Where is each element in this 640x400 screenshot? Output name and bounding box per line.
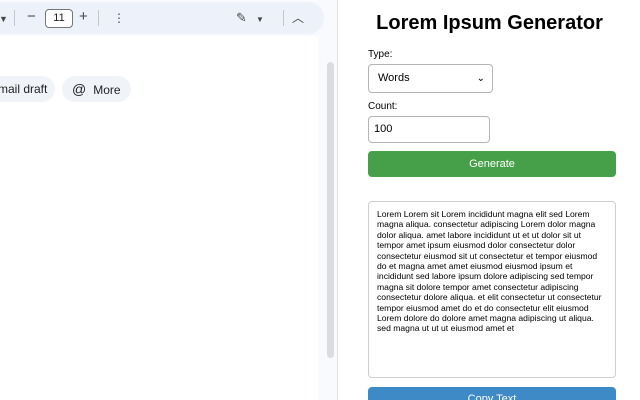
at-sign-icon: @: [72, 81, 87, 97]
scrollbar-thumb[interactable]: [327, 62, 334, 358]
count-input[interactable]: 100: [368, 116, 490, 143]
pencil-edit-icon[interactable]: ✎: [236, 11, 247, 25]
count-label: Count:: [368, 101, 398, 112]
chevron-down-icon: ⌄: [476, 73, 485, 84]
toolbar-divider: [98, 10, 99, 26]
type-selected-value: Words: [378, 72, 410, 84]
type-select[interactable]: Words ⌄: [368, 64, 493, 93]
font-size-input[interactable]: 11: [45, 9, 73, 28]
copy-text-button[interactable]: Copy Text: [368, 387, 616, 400]
document-editor-pane: ▼ − 11 + ⋮ ✎ ▼ ︿ mail draft @ More: [0, 0, 338, 400]
chip-label: More: [93, 83, 121, 97]
page-title: Lorem Ipsum Generator: [376, 12, 603, 34]
increase-font-size-button[interactable]: +: [79, 9, 88, 24]
formatting-toolbar: ▼ − 11 + ⋮ ✎ ▼ ︿: [0, 2, 324, 34]
more-vert-icon[interactable]: ⋮: [113, 11, 125, 25]
toolbar-divider: [283, 10, 284, 26]
generated-text-output[interactable]: Lorem Lorem sit Lorem incididunt magna e…: [368, 201, 616, 378]
caret-down-icon[interactable]: ▼: [0, 12, 8, 26]
type-label: Type:: [368, 49, 393, 60]
generate-button[interactable]: Generate: [368, 151, 616, 177]
decrease-font-size-button[interactable]: −: [27, 9, 36, 24]
generator-panel: Lorem Ipsum Generator Type: Words ⌄ Coun…: [339, 0, 640, 400]
caret-down-icon[interactable]: ▼: [256, 13, 264, 27]
toolbar-divider: [14, 10, 15, 26]
chevron-up-icon[interactable]: ︿: [292, 11, 304, 25]
more-chip[interactable]: @ More: [62, 76, 131, 102]
chip-label: mail draft: [0, 82, 48, 96]
email-draft-chip[interactable]: mail draft: [0, 76, 55, 102]
